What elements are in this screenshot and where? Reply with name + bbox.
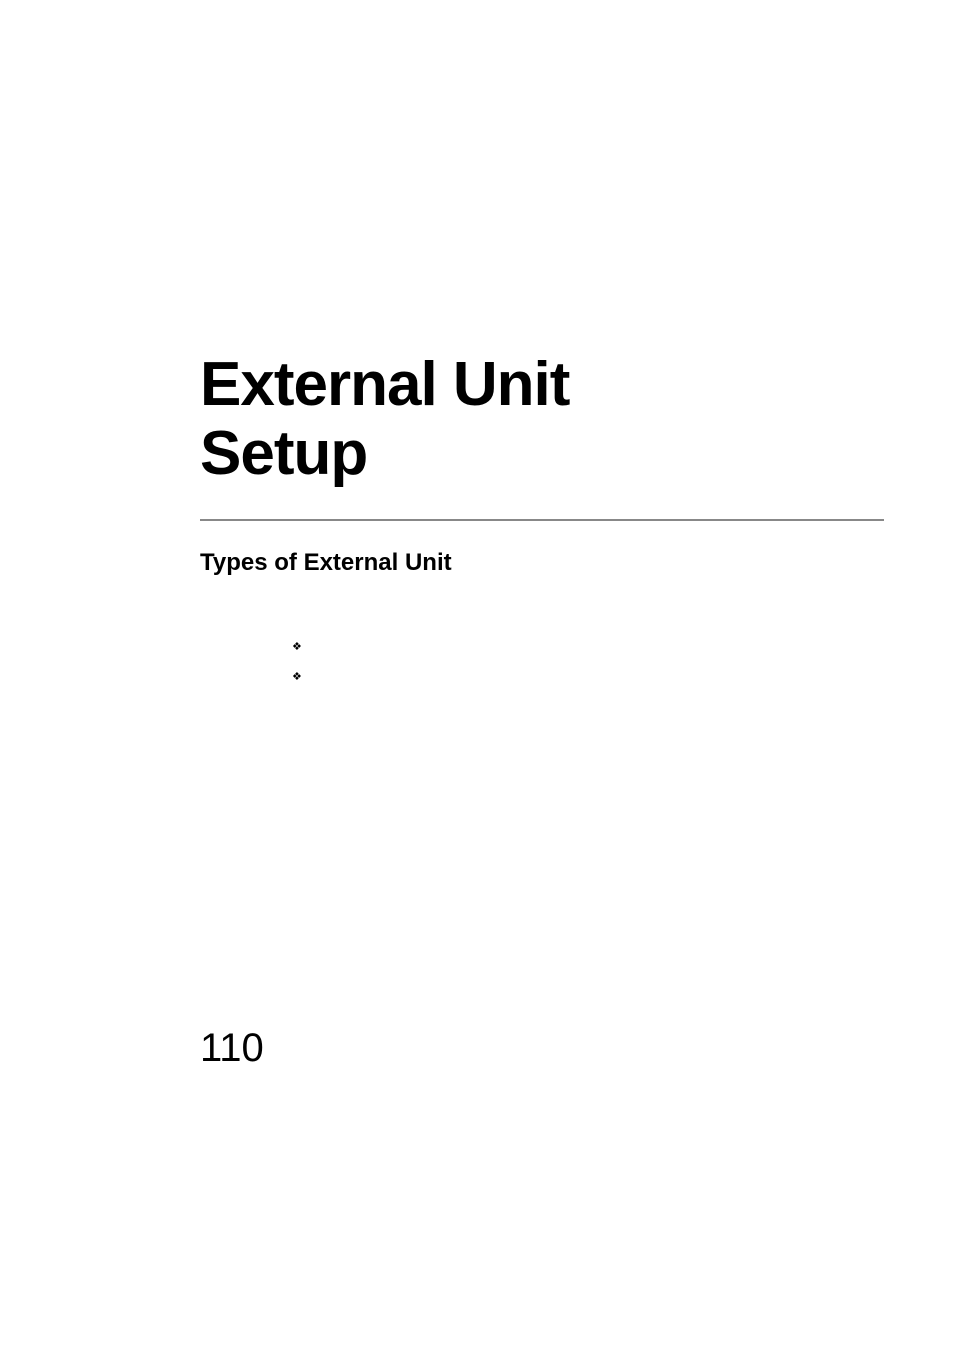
diamond-bullet-icon: ❖ bbox=[292, 640, 302, 653]
chapter-title-line-2: Setup bbox=[200, 419, 367, 488]
list-item: ❖ bbox=[292, 637, 884, 657]
diamond-bullet-icon: ❖ bbox=[292, 670, 302, 683]
list-item: ❖ bbox=[292, 667, 884, 687]
bullet-list: ❖ ❖ bbox=[292, 637, 884, 687]
section-divider bbox=[200, 519, 884, 521]
chapter-title: External Unit Setup bbox=[200, 350, 884, 489]
section-heading: Types of External Unit bbox=[200, 549, 884, 577]
document-page: External Unit Setup Types of External Un… bbox=[0, 0, 954, 1351]
page-number: 110 bbox=[200, 1026, 264, 1071]
chapter-title-line-1: External Unit bbox=[200, 350, 569, 419]
